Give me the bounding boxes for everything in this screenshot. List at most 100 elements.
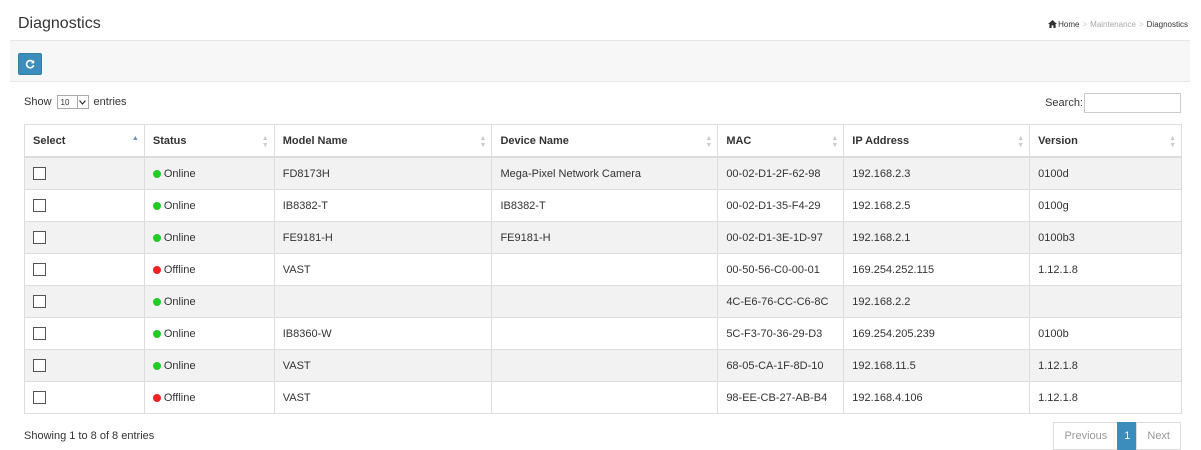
select-cell	[24, 381, 145, 414]
mac-cell: 00-02-D1-2F-62-98	[717, 156, 845, 190]
version-cell: 0100d	[1029, 156, 1182, 190]
status-text: Online	[163, 359, 196, 372]
table-row[interactable]: Online FE9181-H FE9181-H 00-02-D1-3E-1D-97 1…	[24, 221, 1182, 254]
breadcrumb-separator: >	[1082, 20, 1088, 29]
version-cell: 0100g	[1029, 189, 1182, 222]
sort-icon: ▲ ▼	[1169, 135, 1176, 149]
previous-page-button[interactable]: Previous	[1053, 422, 1119, 450]
page-header: Diagnostics Home > Maintenance > Diagnostics	[10, 10, 1190, 41]
device-name-cell: Mega-Pixel Network Camera	[491, 156, 719, 190]
version-cell: 0100b3	[1029, 221, 1182, 254]
status-text: Offline	[163, 263, 196, 276]
table-header-row: Select ▲ Status ▲ ▼ Model Name ▲ ▼ Device Nam…	[24, 124, 1182, 158]
home-icon	[1048, 20, 1058, 28]
sort-icon: ▲ ▼	[831, 135, 839, 149]
show-label: Show	[24, 96, 52, 108]
chevron-down-icon	[76, 96, 88, 108]
table-body: Online FD8173H Mega-Pixel Network Camera 00…	[24, 156, 1182, 414]
version-cell: 1.12.1.8	[1029, 349, 1182, 382]
column-header-status[interactable]: Status ▲ ▼	[143, 124, 275, 158]
sort-icon: ▲ ▼	[1017, 135, 1025, 149]
pagination: Previous 1 Next	[1053, 422, 1181, 450]
device-name-cell: IB8382-T	[491, 189, 719, 222]
mac-cell: 5C-F3-70-36-29-D3	[717, 317, 845, 350]
next-page-button[interactable]: Next	[1136, 422, 1181, 450]
sort-icon: ▲ ▼	[705, 135, 713, 149]
version-cell: 1.12.1.8	[1029, 253, 1182, 286]
refresh-button[interactable]	[18, 53, 42, 75]
select-cell	[24, 317, 145, 350]
version-cell	[1029, 285, 1182, 318]
search-input[interactable]	[1084, 93, 1181, 113]
page-length-value: 10	[60, 97, 70, 107]
status-text: Online	[163, 231, 196, 244]
page-button-1[interactable]: 1	[1117, 422, 1138, 450]
breadcrumb-separator: >	[1138, 20, 1144, 29]
mac-cell: 4C-E6-76-CC-C6-8C	[717, 285, 845, 318]
model-name-cell: IB8360-W	[273, 317, 493, 350]
breadcrumb-current: Diagnostics	[1146, 20, 1188, 29]
table-row[interactable]: Online IB8382-T IB8382-T 00-02-D1-35-F4-29 1…	[24, 189, 1182, 222]
row-checkbox[interactable]	[33, 359, 46, 372]
status-dot-icon	[152, 329, 161, 338]
column-header-device-name[interactable]: Device Name ▲ ▼	[491, 124, 719, 158]
table-row[interactable]: Offline VAST 00-50-56-C0-00-01 169.254.252.…	[24, 253, 1182, 286]
table-row[interactable]: Online IB8360-W 5C-F3-70-36-29-D3 169.254.2…	[24, 317, 1182, 350]
status-text: Online	[163, 327, 196, 340]
status-cell: Online	[143, 221, 275, 254]
mac-cell: 00-02-D1-35-F4-29	[717, 189, 845, 222]
ip-address-cell: 192.168.2.5	[843, 189, 1031, 222]
device-name-cell	[491, 381, 719, 414]
table-row[interactable]: Online VAST 68-05-CA-1F-8D-10 192.168.11.5 1…	[24, 349, 1182, 382]
ip-address-cell: 169.254.252.115	[843, 253, 1031, 286]
select-cell	[24, 221, 145, 254]
column-header-mac[interactable]: MAC ▲ ▼	[717, 124, 845, 158]
table-row[interactable]: Offline VAST 98-EE-CB-27-AB-B4 192.168.4.10…	[24, 381, 1182, 414]
model-name-cell: IB8382-T	[273, 189, 493, 222]
column-header-select[interactable]: Select ▲	[24, 124, 145, 158]
row-checkbox[interactable]	[33, 391, 46, 404]
model-name-cell	[273, 285, 493, 318]
model-name-cell: VAST	[273, 349, 493, 382]
model-name-cell: FD8173H	[273, 156, 493, 190]
refresh-icon	[25, 59, 35, 69]
model-name-cell: VAST	[273, 381, 493, 414]
status-dot-icon	[152, 169, 161, 178]
row-checkbox[interactable]	[33, 199, 46, 212]
ip-address-cell: 192.168.11.5	[843, 349, 1031, 382]
entries-label: entries	[93, 96, 127, 108]
row-checkbox[interactable]	[33, 295, 46, 308]
page-title: Diagnostics	[18, 15, 101, 32]
status-dot-icon	[152, 201, 161, 210]
row-checkbox[interactable]	[33, 231, 46, 244]
breadcrumb: Home > Maintenance > Diagnostics	[1048, 20, 1188, 29]
page-length-select[interactable]: 10	[56, 95, 89, 109]
sort-icon: ▲ ▼	[261, 135, 269, 149]
table-row[interactable]: Online 4C-E6-76-CC-C6-8C 192.168.2.2	[24, 285, 1182, 318]
select-cell	[24, 253, 145, 286]
status-cell: Online	[143, 317, 275, 350]
breadcrumb-home[interactable]: Home	[1058, 20, 1079, 29]
mac-cell: 68-05-CA-1F-8D-10	[717, 349, 845, 382]
toolbar	[10, 41, 1190, 82]
ip-address-cell: 192.168.2.1	[843, 221, 1031, 254]
select-cell	[24, 189, 145, 222]
ip-address-cell: 192.168.4.106	[843, 381, 1031, 414]
column-header-version[interactable]: Version ▲ ▼	[1029, 124, 1182, 158]
row-checkbox[interactable]	[33, 263, 46, 276]
breadcrumb-maintenance[interactable]: Maintenance	[1090, 20, 1136, 29]
column-header-model-name[interactable]: Model Name ▲ ▼	[273, 124, 493, 158]
mac-cell: 00-02-D1-3E-1D-97	[717, 221, 845, 254]
status-cell: Online	[143, 349, 275, 382]
device-name-cell	[491, 285, 719, 318]
model-name-cell: FE9181-H	[273, 221, 493, 254]
table-row[interactable]: Online FD8173H Mega-Pixel Network Camera 00…	[24, 156, 1182, 190]
ip-address-cell: 192.168.2.2	[843, 285, 1031, 318]
column-header-ip-address[interactable]: IP Address ▲ ▼	[843, 124, 1031, 158]
row-checkbox[interactable]	[33, 167, 46, 180]
row-checkbox[interactable]	[33, 327, 46, 340]
version-cell: 1.12.1.8	[1029, 381, 1182, 414]
version-cell: 0100b	[1029, 317, 1182, 350]
mac-cell: 00-50-56-C0-00-01	[717, 253, 845, 286]
status-dot-icon	[152, 265, 161, 274]
